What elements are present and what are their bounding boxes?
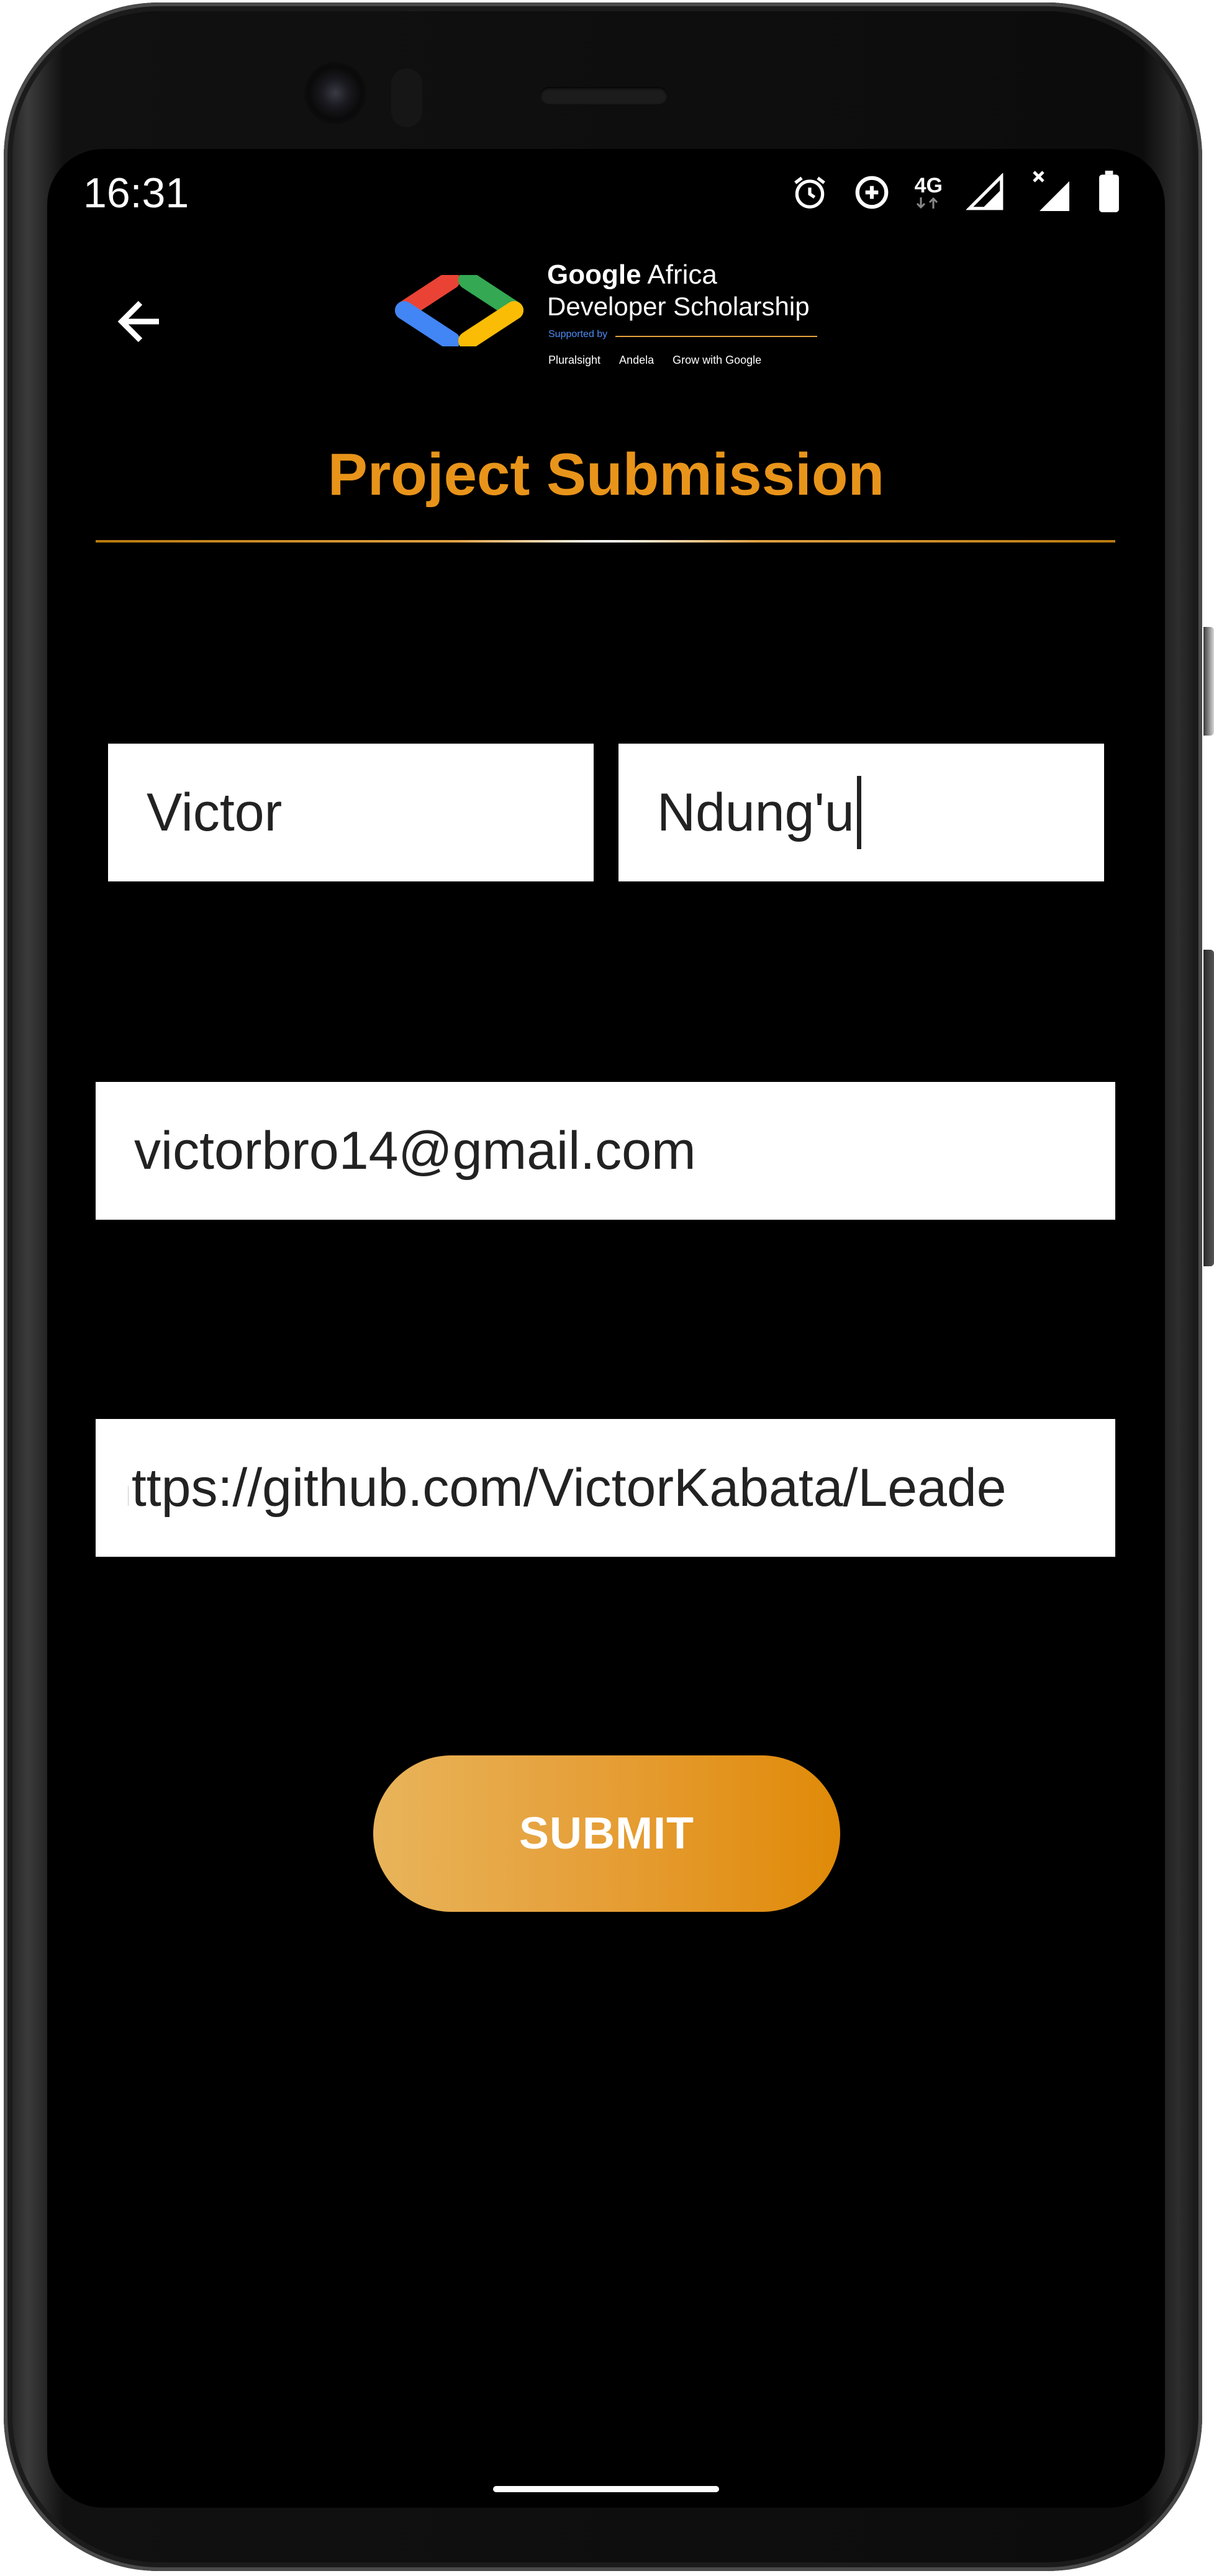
arrow-back-icon xyxy=(117,300,159,343)
volume-button xyxy=(1203,950,1214,1266)
phone-frame: 16:31 4G Google Africa Developer Scholar… xyxy=(0,0,1214,2576)
partner-pluralsight: Pluralsight xyxy=(548,354,601,366)
text-cursor xyxy=(856,776,861,849)
alarm-icon xyxy=(790,173,829,212)
logo-title-line1: Google Africa xyxy=(547,259,717,290)
project-link-input[interactable]: https://github.com/VictorKabata/Leade xyxy=(96,1419,1115,1557)
home-indicator[interactable] xyxy=(493,2486,719,2492)
email-input[interactable]: victorbro14@gmail.com xyxy=(96,1082,1115,1220)
earpiece-speaker xyxy=(540,87,668,104)
proximity-sensor xyxy=(391,68,422,127)
network-4g-icon: 4G xyxy=(915,175,943,210)
back-button[interactable] xyxy=(103,284,178,359)
logo-divider xyxy=(615,336,817,337)
email-value: victorbro14@gmail.com xyxy=(134,1120,696,1181)
first-name-input[interactable]: Victor xyxy=(108,744,594,881)
last-name-input[interactable]: Ndung'u xyxy=(618,744,1104,881)
submit-button[interactable]: SUBMIT xyxy=(373,1755,840,1912)
data-saver-icon xyxy=(853,173,891,212)
first-name-value: Victor xyxy=(147,782,283,842)
gads-code-brackets-icon xyxy=(395,275,523,346)
project-link-value: https://github.com/VictorKabata/Leade xyxy=(128,1457,1007,1518)
status-icons: 4G xyxy=(790,168,1121,217)
screen: 16:31 4G Google Africa Developer Scholar… xyxy=(47,149,1165,2508)
status-time: 16:31 xyxy=(83,169,189,217)
battery-icon xyxy=(1097,171,1121,214)
title-divider xyxy=(96,540,1115,543)
front-camera xyxy=(304,62,366,124)
signal-icon xyxy=(966,173,1005,212)
logo-partners: Pluralsight Andela Grow with Google xyxy=(548,354,761,367)
partner-grow-with-google: Grow with Google xyxy=(673,354,762,366)
last-name-value: Ndung'u xyxy=(657,782,854,842)
page-title: Project Submission xyxy=(327,441,885,508)
logo-supported-by: Supported by xyxy=(548,329,608,340)
signal-no-data-icon xyxy=(1028,170,1073,215)
logo-title-line2: Developer Scholarship xyxy=(547,292,810,321)
power-button xyxy=(1203,627,1214,736)
gads-logo: Google Africa Developer Scholarship Supp… xyxy=(392,253,851,377)
partner-andela: Andela xyxy=(619,354,655,366)
